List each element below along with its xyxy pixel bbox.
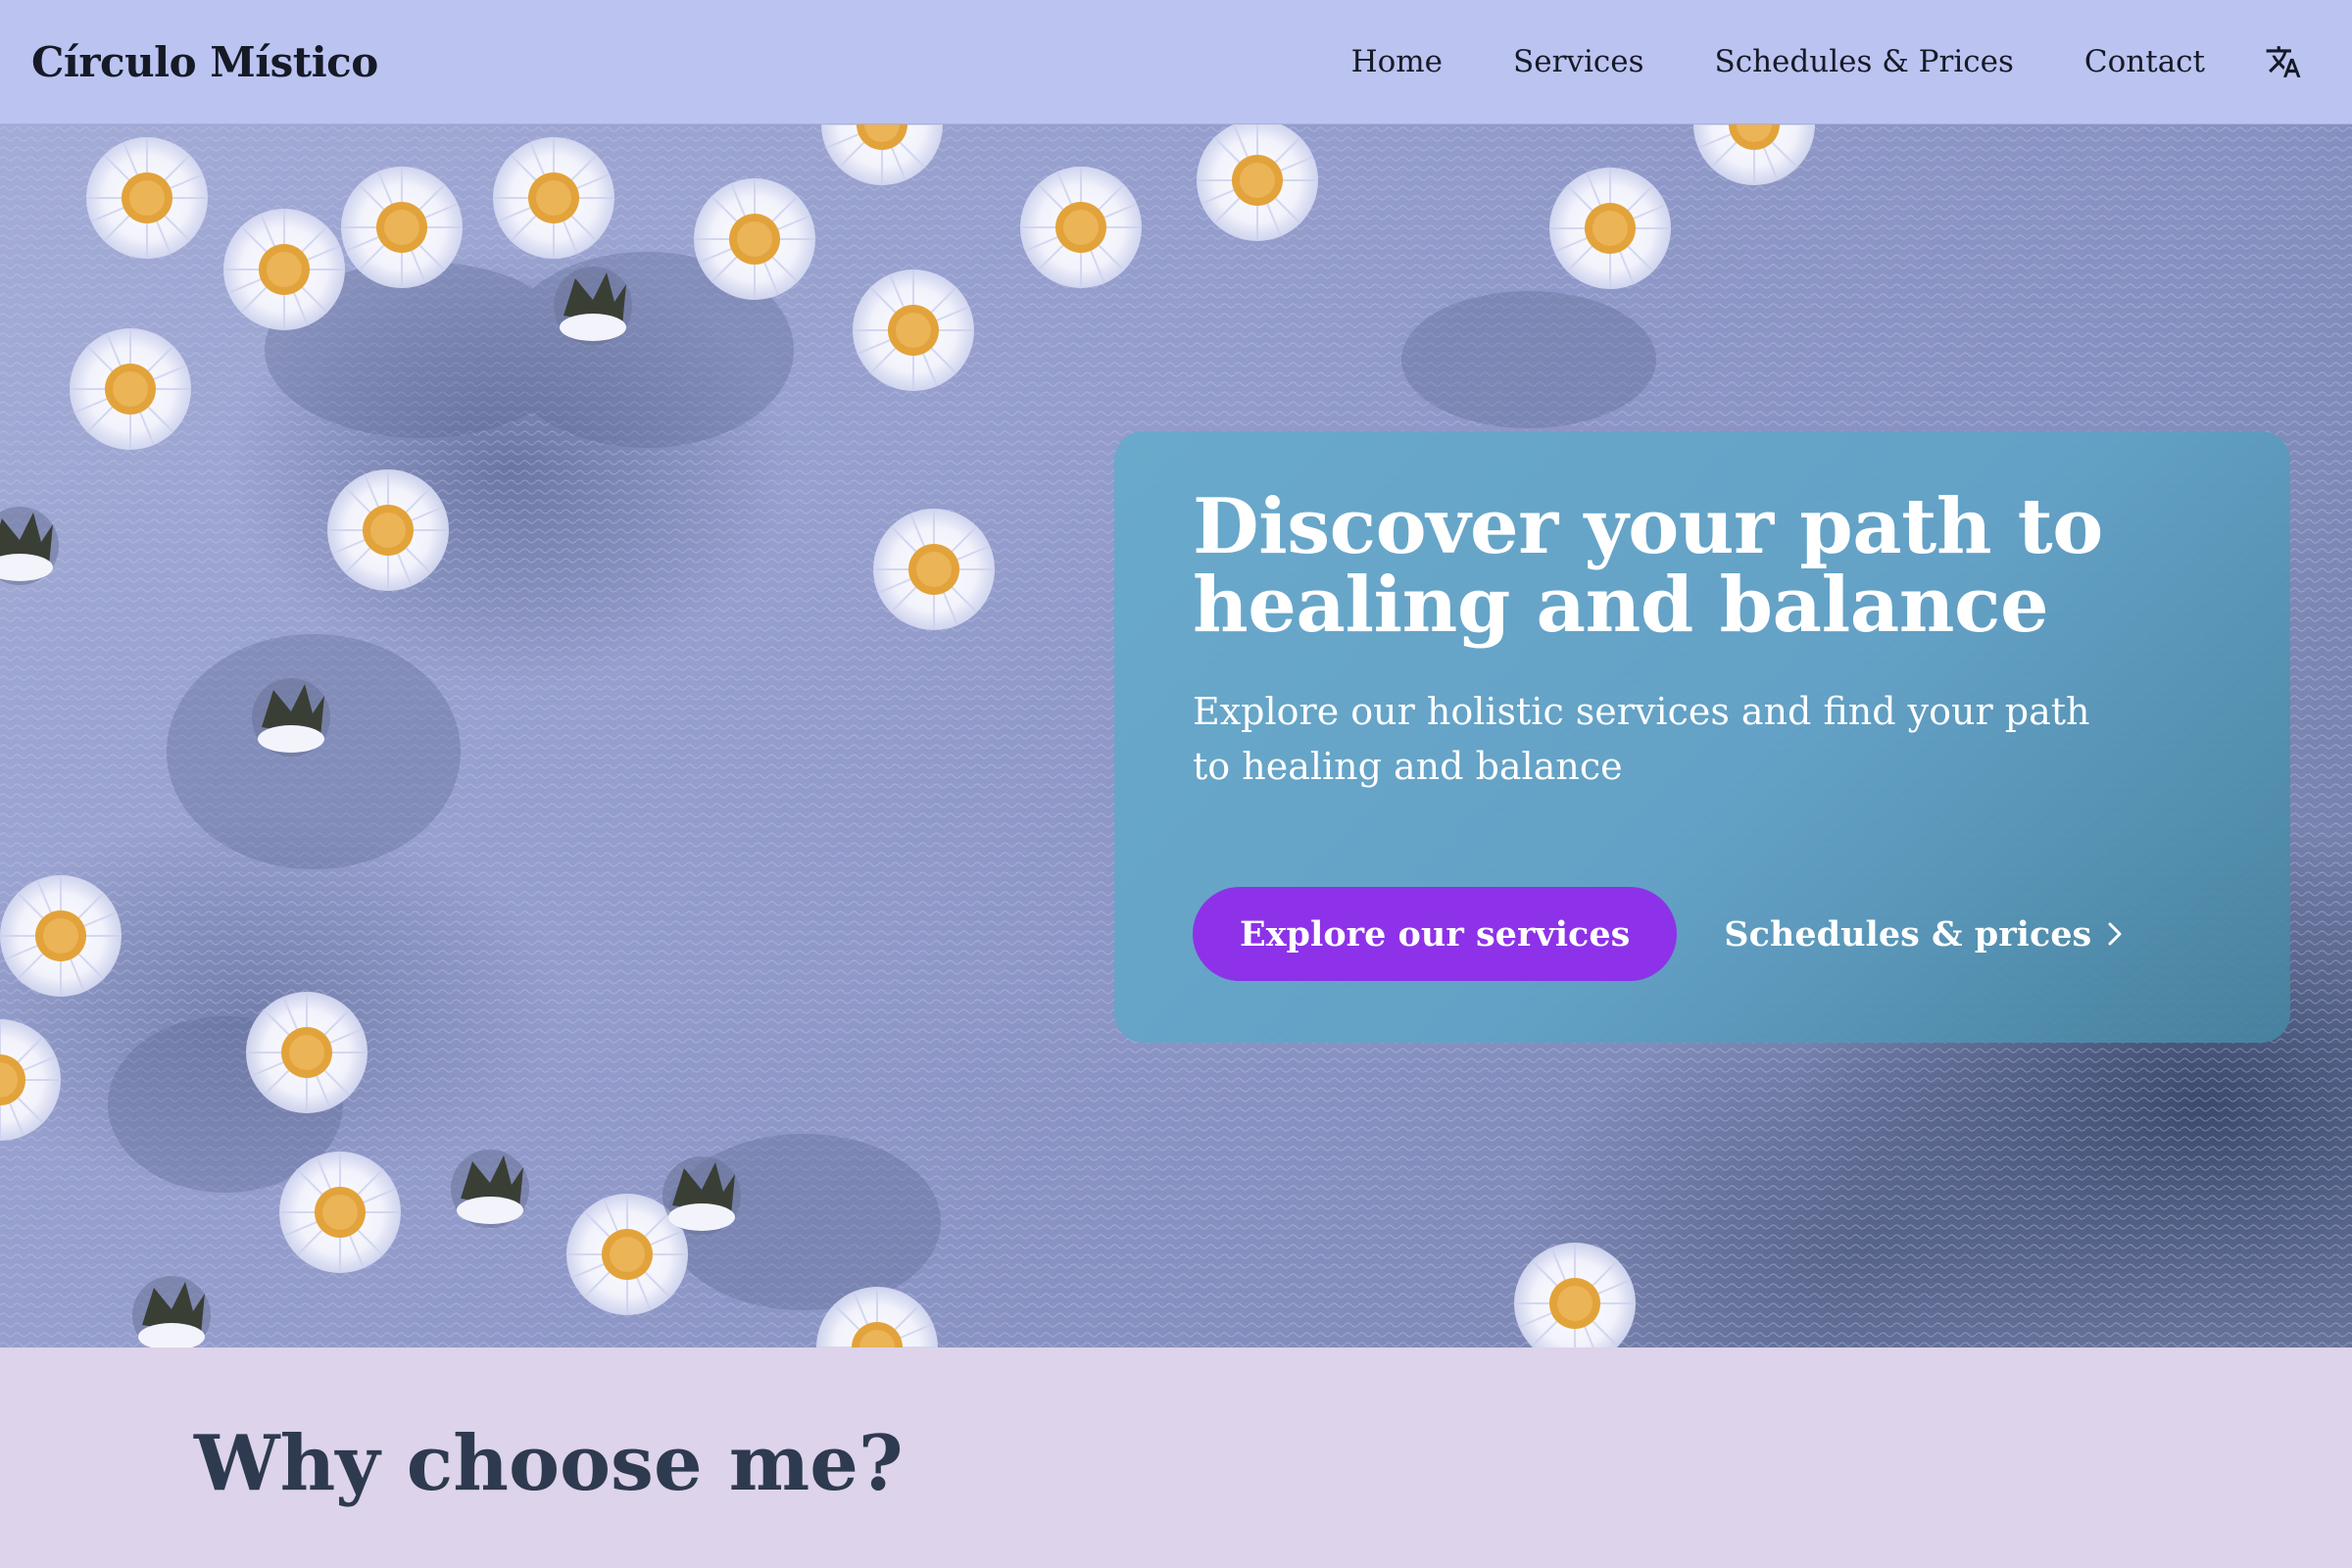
nav-links: Home Services Schedules & Prices Contact [1281,42,2303,81]
hero-title: Discover your path to healing and balanc… [1193,482,2103,650]
schedules-prices-link[interactable]: Schedules & prices [1724,914,2129,955]
schedules-prices-label: Schedules & prices [1724,913,2092,955]
nav-link-services[interactable]: Services [1513,44,1643,79]
chevron-right-icon [2107,919,2129,949]
nav-link-contact[interactable]: Contact [2084,44,2205,79]
nav-link-home[interactable]: Home [1351,44,1443,79]
hero-card: Discover your path to healing and balanc… [1114,431,2290,1043]
top-navigation: Círculo Místico Home Services Schedules … [0,0,2352,124]
hero-subtitle: Explore our holistic services and find y… [1193,690,2090,788]
nav-link-schedules-prices[interactable]: Schedules & Prices [1714,44,2013,79]
translate-icon[interactable] [2264,42,2303,81]
brand-logo[interactable]: Círculo Místico [31,38,378,86]
why-choose-me-title: Why choose me? [194,1419,904,1508]
hero-actions: Explore our services Schedules & prices [1193,887,2129,981]
explore-services-button[interactable]: Explore our services [1193,887,1678,981]
hero-section: Discover your path to healing and balanc… [0,124,2352,1348]
why-choose-me-section: Why choose me? [0,1348,2352,1568]
